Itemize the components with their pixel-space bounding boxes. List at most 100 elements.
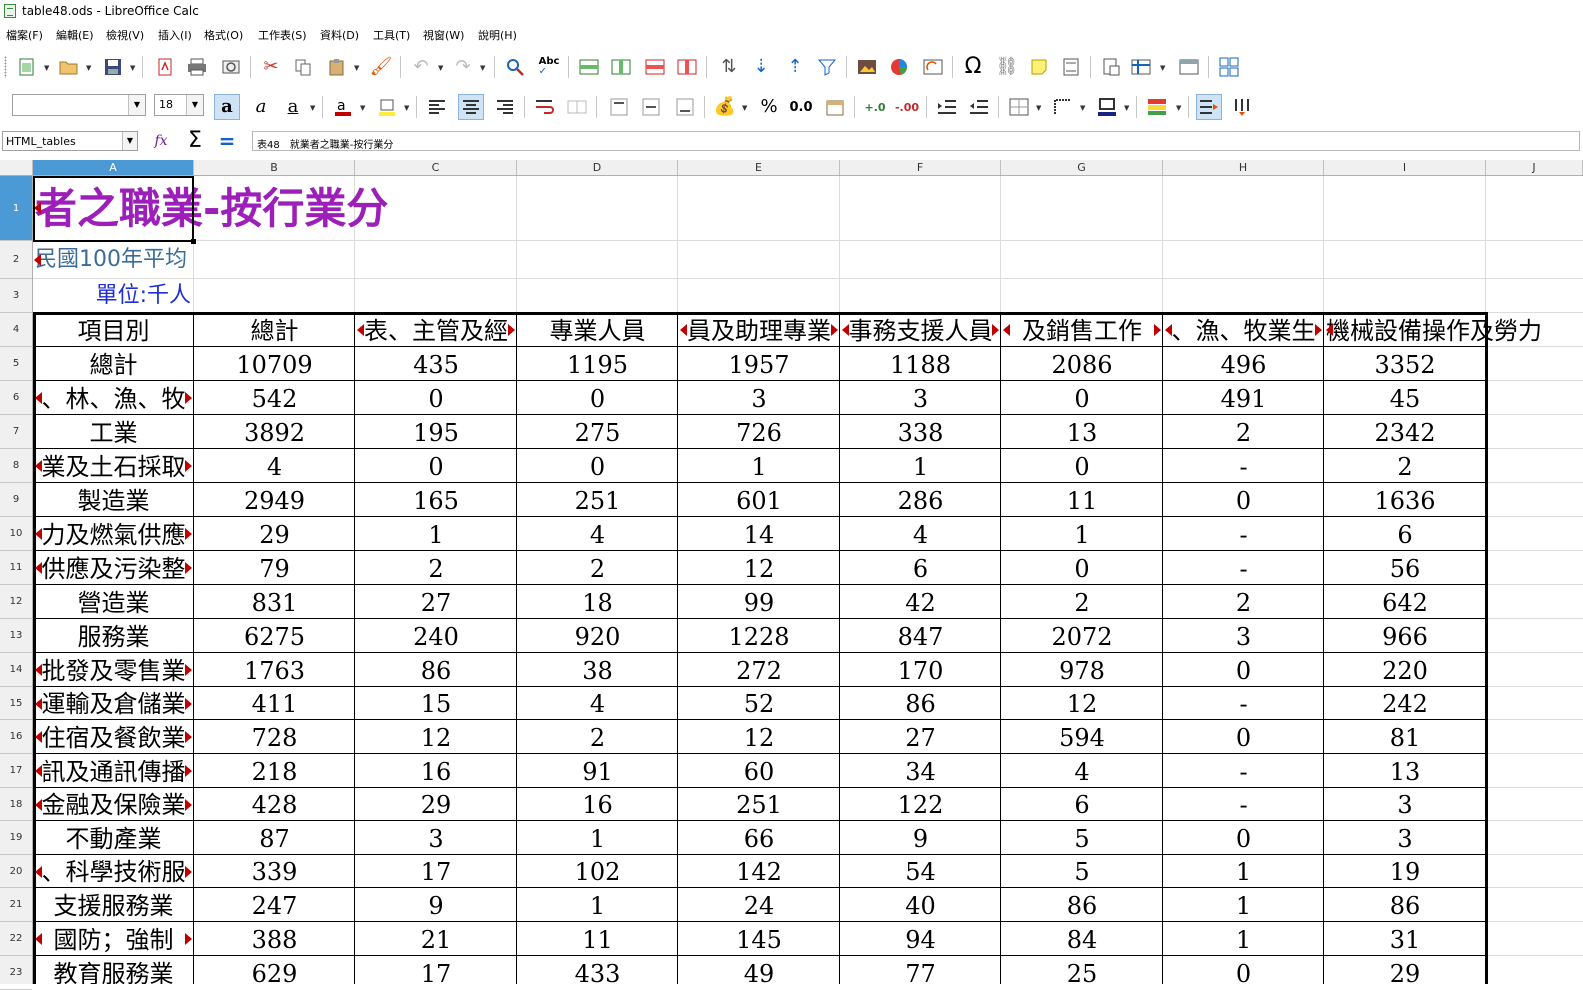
center-vertically-icon[interactable] xyxy=(638,94,664,120)
clone-formatting-icon[interactable]: 🖌 xyxy=(368,54,394,80)
row-header-11[interactable]: 11 xyxy=(0,551,32,585)
select-all-corner[interactable] xyxy=(0,160,33,175)
find-replace-icon[interactable] xyxy=(502,54,528,80)
row-header-7[interactable]: 7 xyxy=(0,415,32,449)
row-header-19[interactable]: 19 xyxy=(0,821,32,855)
highlight-color-icon[interactable] xyxy=(374,94,400,120)
chevron-down-icon[interactable]: ▼ xyxy=(1124,104,1129,112)
insert-chart-icon[interactable] xyxy=(886,54,912,80)
menu-insert[interactable]: 插入(I) xyxy=(158,27,192,43)
row-header-17[interactable]: 17 xyxy=(0,754,32,788)
number-format-icon[interactable]: 0.0 xyxy=(788,94,814,120)
export-pdf-icon[interactable] xyxy=(152,54,178,80)
insert-row-icon[interactable] xyxy=(576,54,602,80)
column-header-f[interactable]: F xyxy=(840,160,1001,175)
chevron-down-icon[interactable]: ▼ xyxy=(1080,104,1085,112)
spreadsheet-grid[interactable]: 者之職業-按行業分 民國100年平均 單位:千人 項目別 總計 表、主管及經 專業人員 員及助… xyxy=(33,176,1583,984)
chevron-down-icon[interactable]: ▼ xyxy=(1160,64,1165,72)
column-header-e[interactable]: E xyxy=(678,160,840,175)
column-header-i[interactable]: I xyxy=(1324,160,1486,175)
split-window-icon[interactable] xyxy=(1176,54,1202,80)
headers-footers-icon[interactable] xyxy=(1058,54,1084,80)
percent-format-icon[interactable]: % xyxy=(756,94,782,120)
row-header-20[interactable]: 20 xyxy=(0,855,32,888)
sort-icon[interactable]: ⇅ xyxy=(716,54,742,80)
freeze-rows-columns-icon[interactable] xyxy=(1128,54,1154,80)
add-decimal-icon[interactable]: +.0 xyxy=(862,94,888,120)
underline-button[interactable]: a xyxy=(280,94,306,120)
align-right-icon[interactable] xyxy=(492,94,518,120)
menu-data[interactable]: 資料(D) xyxy=(320,27,359,43)
sheet-subtitle[interactable]: 民國100年平均 xyxy=(35,241,210,279)
chevron-down-icon[interactable]: ▼ xyxy=(86,64,91,72)
row-header-1[interactable]: 1 xyxy=(0,176,32,241)
formula-equals-icon[interactable]: = xyxy=(214,128,240,154)
font-name-combo[interactable]: ▼ xyxy=(12,94,146,116)
row-header-22[interactable]: 22 xyxy=(0,922,32,956)
chevron-down-icon[interactable]: ▼ xyxy=(44,64,49,72)
align-center-icon[interactable] xyxy=(458,94,484,120)
menu-window[interactable]: 視窗(W) xyxy=(423,27,464,43)
menu-tools[interactable]: 工具(T) xyxy=(373,27,410,43)
autofilter-icon[interactable] xyxy=(814,54,840,80)
print-preview-icon[interactable] xyxy=(218,54,244,80)
row-header-12[interactable]: 12 xyxy=(0,585,32,619)
redo-icon[interactable]: ↷ xyxy=(450,54,476,80)
toolbar-grip[interactable] xyxy=(4,56,7,78)
chevron-down-icon[interactable]: ▼ xyxy=(122,132,137,150)
column-header-c[interactable]: C xyxy=(355,160,517,175)
row-header-21[interactable]: 21 xyxy=(0,888,32,922)
chevron-down-icon[interactable]: ▼ xyxy=(742,104,747,112)
row-header-9[interactable]: 9 xyxy=(0,483,32,517)
new-document-icon[interactable] xyxy=(14,54,40,80)
row-header-2[interactable]: 2 xyxy=(0,241,32,279)
sheet-unit[interactable]: 單位:千人 xyxy=(33,279,191,313)
decrease-indent-icon[interactable] xyxy=(966,94,992,120)
chevron-down-icon[interactable]: ▼ xyxy=(360,104,365,112)
merge-cells-icon[interactable] xyxy=(564,94,590,120)
increase-indent-icon[interactable] xyxy=(934,94,960,120)
borders-icon[interactable] xyxy=(1006,94,1032,120)
delete-column-icon[interactable] xyxy=(674,54,700,80)
sort-descending-icon[interactable]: ⇡ xyxy=(782,54,808,80)
currency-format-icon[interactable]: 💰 xyxy=(712,94,738,120)
date-format-icon[interactable] xyxy=(822,94,848,120)
function-wizard-icon[interactable]: fx xyxy=(148,128,174,154)
bold-button[interactable]: a xyxy=(214,94,240,120)
chevron-down-icon[interactable]: ▼ xyxy=(128,95,145,115)
row-header-16[interactable]: 16 xyxy=(0,720,32,754)
border-style-icon[interactable] xyxy=(1050,94,1076,120)
hyperlink-icon[interactable]: ⛓ xyxy=(994,54,1020,80)
menu-view[interactable]: 檢視(V) xyxy=(106,27,144,43)
row-header-4[interactable]: 4 xyxy=(0,313,32,347)
row-header-3[interactable]: 3 xyxy=(0,279,32,313)
column-header-a[interactable]: A xyxy=(33,160,194,175)
chevron-down-icon[interactable]: ▼ xyxy=(438,64,443,72)
text-direction-ltr-icon[interactable] xyxy=(1196,94,1222,120)
row-header-10[interactable]: 10 xyxy=(0,517,32,551)
formula-input[interactable]: 表48 就業者之職業-按行業分 xyxy=(252,131,1580,151)
print-icon[interactable] xyxy=(184,54,210,80)
chevron-down-icon[interactable]: ▼ xyxy=(480,64,485,72)
insert-image-icon[interactable] xyxy=(854,54,880,80)
comment-icon[interactable] xyxy=(1026,54,1052,80)
row-header-18[interactable]: 18 xyxy=(0,788,32,821)
sort-ascending-icon[interactable]: ⇣ xyxy=(748,54,774,80)
row-header-14[interactable]: 14 xyxy=(0,653,32,687)
insert-column-icon[interactable] xyxy=(608,54,634,80)
spelling-icon[interactable]: Abc ✓ xyxy=(536,54,562,80)
column-header-d[interactable]: D xyxy=(517,160,678,175)
chevron-down-icon[interactable]: ▼ xyxy=(354,64,359,72)
copy-icon[interactable] xyxy=(290,54,316,80)
menu-file[interactable]: 檔案(F) xyxy=(6,27,43,43)
conditional-format-icon[interactable] xyxy=(1144,94,1170,120)
font-size-combo[interactable]: 18 ▼ xyxy=(154,94,204,116)
border-color-icon[interactable] xyxy=(1094,94,1120,120)
column-header-b[interactable]: B xyxy=(194,160,355,175)
menu-edit[interactable]: 編輯(E) xyxy=(56,27,94,43)
row-header-5[interactable]: 5 xyxy=(0,347,32,381)
wrap-text-icon[interactable] xyxy=(532,94,558,120)
chevron-down-icon[interactable]: ▼ xyxy=(130,64,135,72)
delete-row-icon[interactable] xyxy=(642,54,668,80)
chevron-down-icon[interactable]: ▼ xyxy=(310,104,315,112)
